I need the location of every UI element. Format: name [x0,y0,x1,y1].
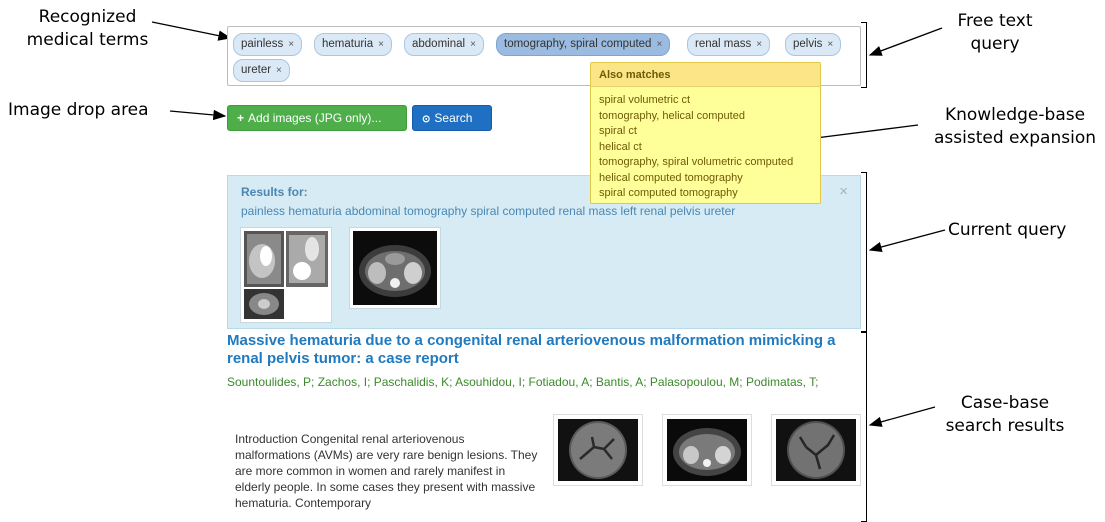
query-tag[interactable]: painless × [233,33,303,56]
remove-tag-icon[interactable]: × [656,39,662,50]
ct-scan-icon [353,231,437,305]
also-matches-list: spiral volumetric ct tomography, helical… [591,87,820,202]
remove-tag-icon[interactable]: × [378,39,384,50]
query-tag[interactable]: pelvis × [785,33,842,56]
article-authors: Sountoulides, P; Zachos, I; Paschalidis,… [227,375,819,389]
also-matches-item[interactable]: spiral computed tomography [599,186,820,202]
annotation-line: Free text [957,11,1033,31]
add-images-label: Add images (JPG only)... [248,111,382,125]
annotation-line: Knowledge-base [944,105,1086,125]
annotation-current-query: Current query [948,220,1067,240]
article-title-link[interactable]: Massive hematuria due to a congenital re… [227,332,863,368]
annotation-line: medical terms [26,30,149,50]
search-button[interactable]: ⊙ Search [412,105,492,131]
angiogram-icon [776,419,856,481]
arrow-image-drop [169,109,227,121]
remove-tag-icon[interactable]: × [756,39,762,50]
result-image-thumbnail[interactable] [553,414,643,486]
annotation-image-drop-area: Image drop area [8,100,149,120]
article-abstract: Introduction Congenital renal arterioven… [235,432,538,510]
query-tag[interactable]: abdominal × [404,33,484,56]
remove-tag-icon[interactable]: × [827,39,833,50]
query-tag-active[interactable]: tomography, spiral computed × [496,33,671,56]
annotation-line: search results [945,416,1065,436]
annotation-recognized-terms: Recognized medical terms [25,6,150,52]
results-for-query: painless hematuria abdominal tomography … [241,204,736,218]
angiogram-icon [558,419,638,481]
tag-label: renal mass [695,38,752,50]
plus-icon: + [237,111,245,125]
remove-tag-icon[interactable]: × [470,39,476,50]
mri-composite-icon [244,231,328,319]
close-icon[interactable]: × [839,183,848,200]
results-for-title: Results for: [241,185,308,199]
annotation-line: Recognized [38,7,137,27]
arrow-recognized-terms [151,21,232,41]
arrow-free-text-query [868,27,943,56]
annotation-kb-expansion: Knowledge-base assisted expansion [925,104,1105,150]
annotation-line: Case-base [960,393,1050,413]
tag-label: tomography, spiral computed [504,38,652,50]
add-images-button[interactable]: + Add images (JPG only)... [227,105,407,131]
tag-label: ureter [241,64,272,76]
ct-scan-icon [667,419,747,481]
tag-label: abdominal [412,38,466,50]
remove-tag-icon[interactable]: × [276,65,282,76]
search-icon: ⊙ [422,114,431,125]
annotation-case-base-results: Case-base search results [935,392,1075,438]
mri-composite-image [244,231,328,319]
also-matches-item[interactable]: helical computed tomography [599,171,820,187]
query-image-thumbnail[interactable] [240,227,332,323]
annotation-line: assisted expansion [934,128,1096,148]
query-tag[interactable]: renal mass × [687,33,771,56]
arrow-case-base [868,406,936,427]
also-matches-item[interactable]: spiral ct [599,124,820,140]
annotation-line: query [970,34,1020,54]
tag-label: hematuria [322,38,374,50]
search-label: Search [434,111,473,125]
query-image-thumbnail[interactable] [349,227,441,309]
also-matches-item[interactable]: spiral volumetric ct [599,93,820,109]
ct-scan-image [353,231,437,305]
also-matches-item[interactable]: tomography, helical computed [599,109,820,125]
query-tag[interactable]: ureter × [233,59,290,82]
also-matches-item[interactable]: helical ct [599,140,820,156]
tag-label: painless [241,38,284,50]
annotation-free-text-query: Free text query [945,10,1045,56]
tag-label: pelvis [793,38,823,50]
bracket-current-query [861,172,867,332]
also-matches-popover: Also matches spiral volumetric ct tomogr… [590,62,821,204]
result-image-thumbnail[interactable] [662,414,752,486]
arrow-current-query [868,229,946,253]
result-image-thumbnail[interactable] [771,414,861,486]
query-tag[interactable]: hematuria × [314,33,392,56]
also-matches-item[interactable]: tomography, spiral volumetric computed [599,155,820,171]
bracket-query [861,22,867,88]
remove-tag-icon[interactable]: × [288,39,294,50]
popover-header: Also matches [591,63,820,87]
